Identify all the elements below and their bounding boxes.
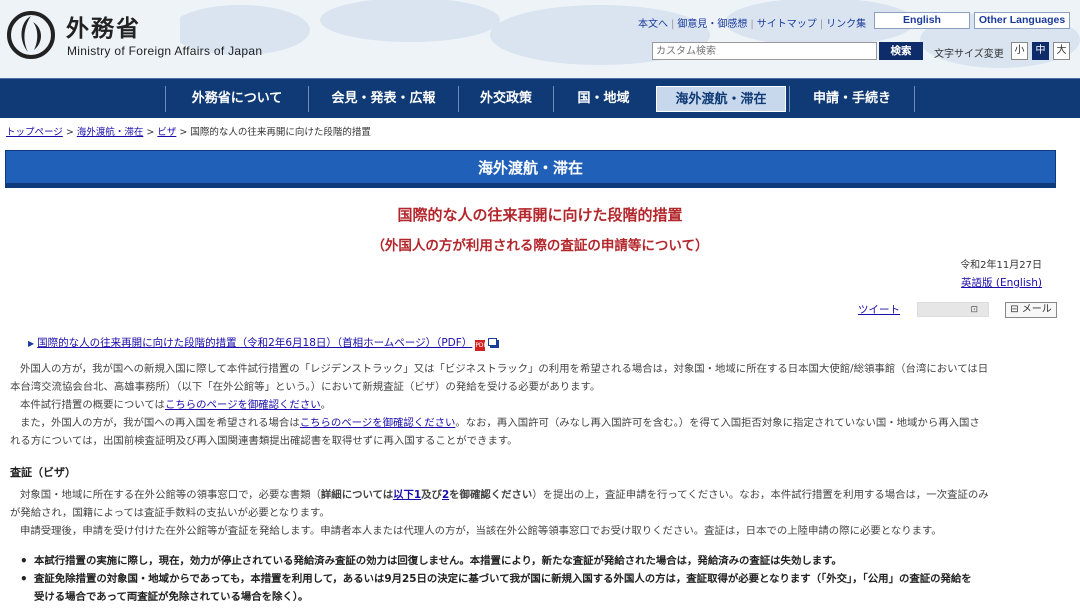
reentry-link[interactable]: こちらのページを御確認ください: [300, 417, 456, 429]
global-nav: 外務省について 会見・発表・広報 外交政策 国・地域 海外渡航・滞在 申請・手続…: [0, 78, 1080, 118]
visa-heading: 査証（ビザ）: [10, 466, 76, 479]
util-link-sitemap[interactable]: サイトマップ: [757, 19, 817, 30]
section-title: 海外渡航・滞在: [477, 159, 583, 177]
social-share-widget[interactable]: ⊡: [917, 302, 989, 317]
util-link-skip[interactable]: 本文へ: [638, 19, 668, 30]
pdf-icon: PDF: [475, 340, 488, 351]
overview-line: 本件試行措置の概要についてはこちらのページを御確認ください。: [10, 396, 1062, 414]
visa-text-post: ）を提出の上，査証申請を行ってください。なお，本件試行措置を利用する場合は，一次…: [532, 489, 989, 501]
nav-item-policy[interactable]: 外交政策: [458, 86, 553, 112]
english-button[interactable]: English: [874, 12, 970, 29]
search-button[interactable]: 検索: [879, 42, 923, 60]
pdf-link-row: ▶ 国際的な人の往来再開に向けた段階的措置（令和2年6月18日）（首相ホームページ…: [28, 335, 498, 351]
reentry-text-pre: また，外国人の方が，我が国への再入国を希望される場合は: [20, 417, 300, 429]
mofa-logo-icon[interactable]: [6, 10, 56, 60]
util-link-feedback[interactable]: 御意見・御感想: [677, 19, 747, 30]
mail-button[interactable]: ⊟ メール: [1005, 302, 1057, 318]
site-header: 外務省 Ministry of Foreign Affairs of Japan…: [0, 0, 1080, 78]
nav-item-applications[interactable]: 申請・手続き: [789, 86, 915, 112]
font-size-label: 文字サイズ変更: [934, 49, 1004, 60]
reentry-line-1: また，外国人の方が，我が国への再入国を希望される場合はこちらのページを御確認くだ…: [10, 414, 1062, 432]
reentry-text-post: 。なお，再入国許可（みなし再入国許可を含む。）を得て入国拒否対象に指定されていな…: [455, 417, 980, 429]
nav-item-about[interactable]: 外務省について: [165, 86, 308, 112]
visa-line-2: が発給され，国籍によっては査証手数料の支払いが必要となります。: [10, 507, 330, 519]
tweet-link[interactable]: ツイート: [858, 302, 900, 317]
intro-line-2: 本台湾交流協会台北、高雄事務所）（以下「在外公館等」という。）において新規査証（…: [10, 381, 601, 393]
search-input[interactable]: [652, 42, 877, 60]
pdf-link[interactable]: 国際的な人の往来再開に向けた段階的措置（令和2年6月18日）（首相ホームページ）…: [37, 337, 472, 349]
english-version-link[interactable]: 英語版 (English): [961, 275, 1042, 290]
visa-bold-1: 詳細については: [320, 489, 394, 501]
overview-link[interactable]: こちらのページを御確認ください: [165, 399, 321, 411]
visa-bold-3: を御確認ください: [449, 489, 533, 501]
visa-bold-2: 及び: [421, 489, 442, 501]
intro-paragraph: 外国人の方が，我が国への新規入国に際して本件試行措置の「レジデンストラック」又は…: [10, 360, 1062, 450]
visa-link-1[interactable]: 以下1: [393, 489, 421, 501]
font-size-small-button[interactable]: 小: [1011, 42, 1028, 60]
list-item: 本試行措置の実施に際し，現在，効力が停止されている発給済み査証の効力は回復しませ…: [20, 552, 1060, 570]
util-link-links[interactable]: リンク集: [826, 19, 866, 30]
reentry-line-2: れる方については，出国前検査証明及び再入国関連書類提出確認書を取得せずに再入国す…: [10, 435, 518, 447]
nav-item-travel[interactable]: 海外渡航・滞在: [656, 86, 786, 112]
visa-issue-line: 申請受理後，申請を受け付けた在外公館等が査証を発給します。申請者本人または代理人…: [20, 525, 942, 537]
mail-icon: ⊟: [1010, 304, 1019, 315]
breadcrumb-top[interactable]: トップページ: [6, 127, 63, 138]
utility-links: 本文へ | 御意見・御感想 | サイトマップ | リンク集: [638, 19, 867, 30]
share-icon: ⊡: [970, 305, 978, 315]
visa-line-1: 対象国・地域に所在する在外公館等の領事窓口で，必要な書類（詳細については以下1及…: [10, 486, 1062, 504]
font-size-medium-button[interactable]: 中: [1032, 42, 1049, 60]
visa-paragraph: 対象国・地域に所在する在外公館等の領事窓口で，必要な書類（詳細については以下1及…: [10, 486, 1062, 540]
breadcrumb-visa[interactable]: ビザ: [157, 127, 176, 138]
list-item: 査証免除措置の対象国・地域からであっても，本措置を利用して，あるいは9月25日の…: [20, 570, 1060, 606]
overview-text-post: 。: [320, 399, 331, 411]
section-header-bar: 海外渡航・滞在: [5, 150, 1056, 188]
overview-text-pre: 本件試行措置の概要については: [20, 399, 165, 411]
breadcrumb-travel[interactable]: 海外渡航・滞在: [77, 127, 144, 138]
triangle-bullet-icon: ▶: [28, 339, 35, 348]
mail-button-label: メール: [1021, 304, 1052, 315]
notice-list: 本試行措置の実施に際し，現在，効力が停止されている発給済み査証の効力は回復しませ…: [20, 552, 1060, 606]
other-languages-button[interactable]: Other Languages: [974, 12, 1070, 29]
page-subtitle: （外国人の方が利用される際の査証の申請等について）: [371, 238, 709, 254]
visa-text-pre: 対象国・地域に所在する在外公館等の領事窓口で，必要な書類（: [20, 489, 321, 501]
notice-item-1: 本試行措置の実施に際し，現在，効力が停止されている発給済み査証の効力は回復しませ…: [34, 555, 842, 567]
site-logo-en[interactable]: Ministry of Foreign Affairs of Japan: [67, 44, 262, 58]
notice-item-2-line-1: 査証免除措置の対象国・地域からであっても，本措置を利用して，あるいは9月25日の…: [34, 573, 972, 585]
notice-item-2-line-2: 受ける場合であって両査証が免除されている場合を除く）。: [34, 591, 309, 603]
nav-item-regions[interactable]: 国・地域: [553, 86, 653, 112]
site-logo-jp[interactable]: 外務省: [66, 9, 141, 43]
nav-item-press[interactable]: 会見・発表・広報: [308, 86, 458, 112]
new-window-icon: [488, 338, 498, 346]
breadcrumb: トップページ > 海外渡航・滞在 > ビザ > 国際的な人の往来再開に向けた段階…: [6, 127, 371, 138]
intro-line-1: 外国人の方が，我が国への新規入国に際して本件試行措置の「レジデンストラック」又は…: [20, 363, 989, 375]
publish-date: 令和2年11月27日: [960, 260, 1042, 271]
font-size-large-button[interactable]: 大: [1053, 42, 1070, 60]
breadcrumb-current: 国際的な人の往来再開に向けた段階的措置: [190, 127, 371, 138]
page-title: 国際的な人の往来再開に向けた段階的措置: [397, 206, 683, 224]
